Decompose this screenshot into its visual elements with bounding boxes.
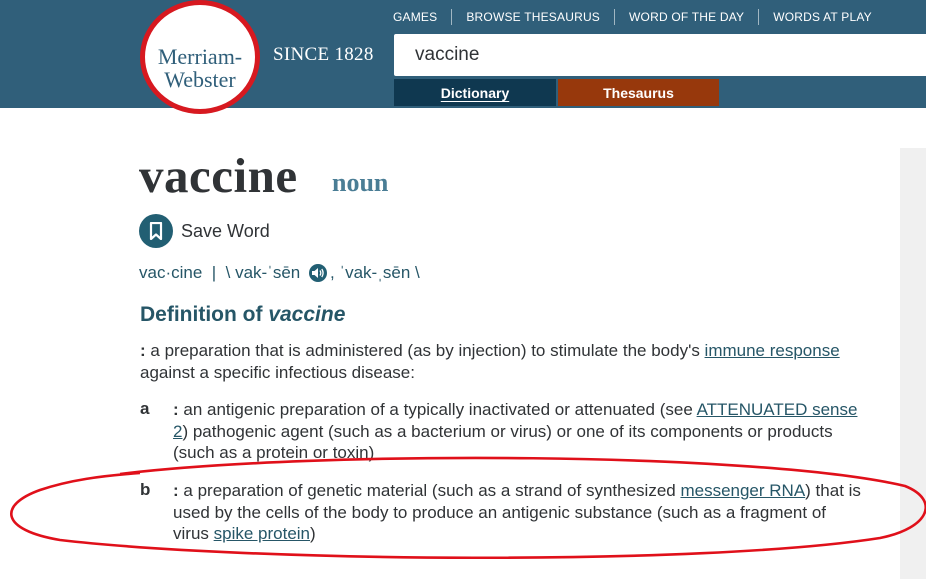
nav-word-of-the-day[interactable]: WORD OF THE DAY (615, 10, 758, 24)
tab-thesaurus[interactable]: Thesaurus (558, 79, 719, 106)
pronunciation-line: vac·cine | \ vak-ˈsēn , ˈvak-ˌsēn \ (139, 263, 420, 283)
part-of-speech[interactable]: noun (332, 168, 388, 198)
definition-sense-a: : an antigenic preparation of a typicall… (173, 399, 873, 464)
save-word-label: Save Word (181, 220, 270, 241)
sense-b-text-3: ) (310, 524, 316, 543)
definition-main-text-2: against a specific infectious disease: (140, 362, 415, 382)
sense-letter-b: b (140, 480, 151, 499)
syllabification: vac·cine (139, 263, 203, 282)
bookmark-icon (139, 214, 173, 248)
definition-main-text-1: a preparation that is administered (as b… (145, 341, 705, 360)
link-spike-protein[interactable]: spike protein (214, 524, 310, 543)
search-bar[interactable] (394, 34, 926, 76)
pronunciation-1: \ vak-ˈsēn (225, 263, 305, 282)
logo-line-2: Webster (164, 67, 236, 92)
definition-sense-b: : a preparation of genetic material (suc… (173, 480, 863, 545)
headword: vaccine (139, 148, 298, 203)
since-1828-tagline: SINCE 1828 (273, 44, 374, 65)
save-word-button[interactable]: Save Word (139, 214, 270, 248)
top-nav: GAMES BROWSE THESAURUS WORD OF THE DAY W… (393, 8, 886, 26)
sense-a-text-1: an antigenic preparation of a typically … (178, 400, 697, 419)
link-messenger-rna[interactable]: messenger RNA (680, 481, 805, 500)
search-input[interactable] (415, 44, 895, 66)
sense-letter-a: a (140, 399, 150, 418)
site-header: GAMES BROWSE THESAURUS WORD OF THE DAY W… (0, 0, 926, 108)
link-immune-response[interactable]: immune response (705, 341, 840, 360)
definition-heading-prefix: Definition of (140, 303, 269, 326)
nav-games[interactable]: GAMES (393, 10, 451, 24)
sense-a-text-2: ) pathogenic agent (such as a bacterium … (173, 421, 833, 463)
logo-line-1: Merriam- (157, 44, 243, 69)
definition-main: : a preparation that is administered (as… (140, 340, 870, 383)
sense-b-text-1: a preparation of genetic material (such … (178, 481, 681, 500)
definition-heading-word: vaccine (268, 303, 346, 326)
tab-dictionary-label: Dictionary (440, 84, 510, 101)
tab-dictionary[interactable]: Dictionary (394, 79, 556, 106)
pronunciation-separator: | (202, 263, 226, 282)
nav-browse-thesaurus[interactable]: BROWSE THESAURUS (452, 10, 614, 24)
definition-heading: Definition of vaccine (140, 303, 345, 327)
nav-words-at-play[interactable]: WORDS AT PLAY (759, 10, 886, 24)
speaker-icon[interactable] (308, 264, 327, 282)
right-sidebar-strip (900, 148, 926, 579)
merriam-webster-logo[interactable]: Merriam- Webster (140, 0, 260, 114)
pronunciation-2: , ˈvak-ˌsēn \ (329, 263, 420, 282)
tab-thesaurus-label: Thesaurus (603, 84, 674, 101)
